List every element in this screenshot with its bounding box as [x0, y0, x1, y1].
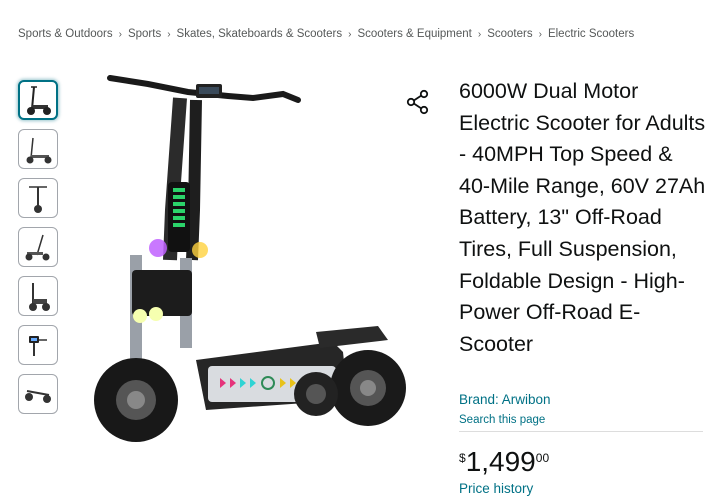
breadcrumb-separator: ›	[477, 28, 482, 40]
thumbnail-6[interactable]	[18, 325, 58, 365]
price-symbol: $	[459, 451, 466, 465]
breadcrumb-sports[interactable]: Sports	[128, 28, 161, 40]
breadcrumb-scooters-equipment[interactable]: Scooters & Equipment	[357, 28, 471, 40]
thumbnail-7[interactable]	[18, 374, 58, 414]
electric-scooter-image	[94, 75, 406, 442]
breadcrumb-skates-scooters[interactable]: Skates, Skateboards & Scooters	[177, 28, 343, 40]
thumbnail-2[interactable]	[18, 129, 58, 169]
price-fraction: 00	[535, 451, 550, 465]
breadcrumb-separator: ›	[538, 28, 542, 40]
scooter-thumbnail-image	[29, 186, 47, 213]
scooter-thumbnail-image	[26, 137, 52, 164]
thumbnail-list	[18, 80, 60, 423]
breadcrumb-sports-outdoors[interactable]: Sports & Outdoors	[18, 28, 113, 40]
scooter-thumbnail-image	[29, 336, 47, 356]
scooter-thumbnail-image	[25, 234, 50, 261]
brand-link[interactable]: Brand: Arwibon	[459, 392, 551, 407]
breadcrumb-separator: ›	[118, 28, 122, 40]
thumbnail-4[interactable]	[18, 227, 58, 267]
breadcrumb-separator: ›	[167, 28, 171, 40]
scooter-thumbnail-image	[29, 283, 50, 311]
scooter-thumbnail-image	[27, 86, 51, 115]
divider	[459, 431, 703, 432]
thumbnail-5[interactable]	[18, 276, 58, 316]
share-icon-graphic	[406, 89, 429, 115]
breadcrumb-scooters[interactable]: Scooters	[487, 28, 532, 40]
product-title: 6000W Dual Motor Electric Scooter for Ad…	[459, 79, 706, 356]
search-this-page-link[interactable]: Search this page	[459, 414, 545, 426]
breadcrumb: Sports & Outdoors › Sports › Skates, Ska…	[18, 28, 634, 40]
thumbnail-3[interactable]	[18, 178, 58, 218]
scooter-thumbnail-image	[25, 390, 51, 403]
price-whole: 1,499	[465, 446, 536, 477]
product-price: $ 1,499 00	[459, 446, 549, 478]
breadcrumb-separator: ›	[348, 28, 352, 40]
main-product-image[interactable]	[88, 70, 428, 470]
share-icon[interactable]	[404, 88, 432, 116]
thumbnail-1[interactable]	[18, 80, 58, 120]
breadcrumb-electric-scooters[interactable]: Electric Scooters	[548, 28, 634, 40]
price-history-link[interactable]: Price history	[459, 481, 533, 496]
